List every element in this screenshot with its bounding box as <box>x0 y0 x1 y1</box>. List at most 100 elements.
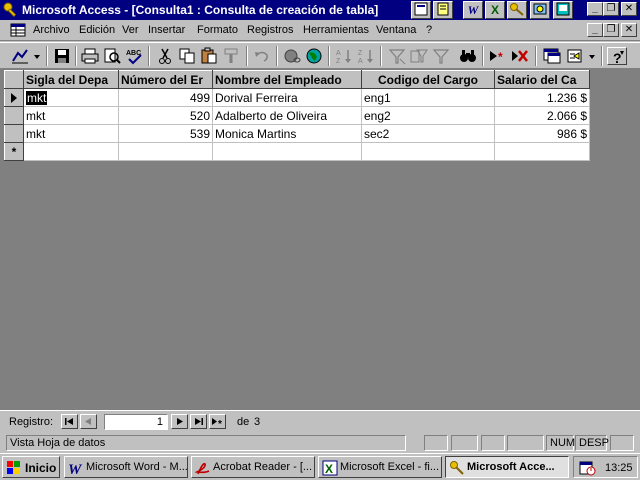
record-selector[interactable] <box>4 124 24 143</box>
first-record-button[interactable] <box>61 414 78 429</box>
record-number-input[interactable]: 1 <box>104 414 168 430</box>
save-button[interactable] <box>52 47 72 65</box>
restore-button[interactable]: ❐ <box>603 2 619 16</box>
taskbar-excel-button[interactable]: X Microsoft Excel - fi... <box>318 456 442 478</box>
cell-nombre[interactable]: Monica Martins <box>212 124 362 143</box>
clock[interactable]: 13:25 <box>605 462 633 474</box>
column-header-sigla[interactable]: Sigla del Depa <box>23 70 119 89</box>
datasheet-icon[interactable] <box>10 23 26 37</box>
sort-ascending-button[interactable]: AZ <box>334 47 354 65</box>
undo-button[interactable] <box>252 47 272 65</box>
doc-restore-button[interactable]: ❐ <box>603 23 619 37</box>
new-cell[interactable] <box>361 142 495 161</box>
cell-sigla[interactable]: mkt <box>23 124 119 143</box>
cell-salario[interactable]: 2.066 $ <box>494 106 590 125</box>
table-row[interactable]: mkt 520 Adalberto de Oliveira eng2 2.066… <box>4 106 590 125</box>
cell-nombre[interactable]: Adalberto de Oliveira <box>212 106 362 125</box>
menu-ver[interactable]: Ver <box>122 24 139 36</box>
web-toolbar-button[interactable] <box>304 47 324 65</box>
new-cell[interactable] <box>118 142 213 161</box>
sort-descending-button[interactable]: ZA <box>356 47 376 65</box>
new-record-nav-button[interactable]: * <box>209 414 226 429</box>
access-shortcut-button[interactable] <box>507 1 527 19</box>
view-button[interactable] <box>10 47 42 65</box>
cell-codigo[interactable]: eng1 <box>361 88 495 107</box>
office-shortcut-2-button[interactable] <box>433 1 453 19</box>
find-button[interactable] <box>458 47 478 65</box>
menu-formato[interactable]: Formato <box>197 24 238 36</box>
taskbar-access-button[interactable]: Microsoft Acce... <box>445 456 569 478</box>
new-cell[interactable] <box>494 142 590 161</box>
cell-salario[interactable]: 986 $ <box>494 124 590 143</box>
scheduler-icon[interactable] <box>579 460 597 476</box>
word-icon: W <box>68 462 83 476</box>
last-record-button[interactable] <box>190 414 207 429</box>
cell-salario[interactable]: 1.236 $ <box>494 88 590 107</box>
word-shortcut-button[interactable]: W <box>463 1 483 19</box>
horizontal-scrollbar[interactable] <box>270 414 636 430</box>
doc-minimize-button[interactable]: _ <box>587 23 603 37</box>
menu-herramientas[interactable]: Herramientas <box>303 24 369 36</box>
office-shortcut-1-button[interactable] <box>411 1 431 19</box>
print-preview-button[interactable] <box>102 47 122 65</box>
cell-numero[interactable]: 520 <box>118 106 213 125</box>
hyperlink-button[interactable] <box>282 47 302 65</box>
new-record-button[interactable]: * <box>488 47 508 65</box>
record-navigation-bar: Registro: 1 * de 3 <box>0 410 640 432</box>
table-row[interactable]: mkt 539 Monica Martins sec2 986 $ <box>4 124 590 143</box>
minimize-button[interactable]: _ <box>587 2 603 16</box>
filter-by-selection-button[interactable] <box>387 47 407 65</box>
new-cell[interactable] <box>212 142 362 161</box>
new-record-selector[interactable]: * <box>4 142 24 161</box>
menu-archivo[interactable]: Archivo <box>33 24 70 36</box>
start-button[interactable]: Inicio <box>2 456 60 478</box>
menu-ventana[interactable]: Ventana <box>376 24 416 36</box>
column-header-salario[interactable]: Salario del Ca <box>494 70 590 89</box>
cell-nombre[interactable]: Dorival Ferreira <box>212 88 362 107</box>
cell-codigo[interactable]: eng2 <box>361 106 495 125</box>
close-button[interactable]: ✕ <box>621 2 637 16</box>
menu-ayuda[interactable]: ? <box>426 24 432 36</box>
svg-text:X: X <box>325 462 333 476</box>
new-record-row[interactable]: * <box>4 142 590 161</box>
record-selector[interactable] <box>4 106 24 125</box>
cell-sigla[interactable]: mkt <box>23 106 119 125</box>
menu-registros[interactable]: Registros <box>247 24 293 36</box>
doc-close-button[interactable]: ✕ <box>621 23 637 37</box>
column-header-nombre[interactable]: Nombre del Empleado <box>212 70 362 89</box>
select-all-cell[interactable] <box>4 70 24 89</box>
svg-text:A: A <box>336 50 341 57</box>
table-row[interactable]: mkt 499 Dorival Ferreira eng1 1.236 $ <box>4 88 590 107</box>
record-selector-current[interactable] <box>4 88 24 107</box>
column-header-codigo[interactable]: Codigo del Cargo <box>361 70 495 89</box>
menu-edicion[interactable]: Edición <box>79 24 115 36</box>
cell-numero[interactable]: 539 <box>118 124 213 143</box>
cell-sigla[interactable]: mkt <box>23 88 119 107</box>
binder-shortcut-button[interactable] <box>530 1 550 19</box>
next-record-button[interactable] <box>171 414 188 429</box>
hyperlink-icon <box>284 49 301 63</box>
taskbar-acrobat-button[interactable]: Acrobat Reader - [... <box>191 456 315 478</box>
format-painter-button[interactable] <box>221 47 241 65</box>
spelling-button[interactable]: ABC <box>124 47 144 65</box>
column-header-numero[interactable]: Número del Er <box>118 70 213 89</box>
cell-numero[interactable]: 499 <box>118 88 213 107</box>
apply-filter-button[interactable] <box>431 47 451 65</box>
new-object-button[interactable] <box>566 47 598 65</box>
print-button[interactable] <box>80 47 100 65</box>
menu-insertar[interactable]: Insertar <box>148 24 185 36</box>
previous-record-button[interactable] <box>80 414 97 429</box>
copy-button[interactable] <box>177 47 197 65</box>
title-bar[interactable]: Microsoft Access - [Consulta1 : Consulta… <box>0 0 640 20</box>
excel-shortcut-button[interactable]: X <box>485 1 505 19</box>
cut-button[interactable] <box>155 47 175 65</box>
taskbar-word-button[interactable]: W Microsoft Word - M... <box>64 456 188 478</box>
office-shortcut-5-button[interactable] <box>553 1 573 19</box>
paste-button[interactable] <box>199 47 219 65</box>
filter-by-form-button[interactable] <box>409 47 429 65</box>
delete-record-button[interactable] <box>510 47 530 65</box>
cell-codigo[interactable]: sec2 <box>361 124 495 143</box>
help-button[interactable]: ? <box>607 47 627 66</box>
new-cell[interactable] <box>23 142 119 161</box>
database-window-button[interactable] <box>542 47 562 65</box>
